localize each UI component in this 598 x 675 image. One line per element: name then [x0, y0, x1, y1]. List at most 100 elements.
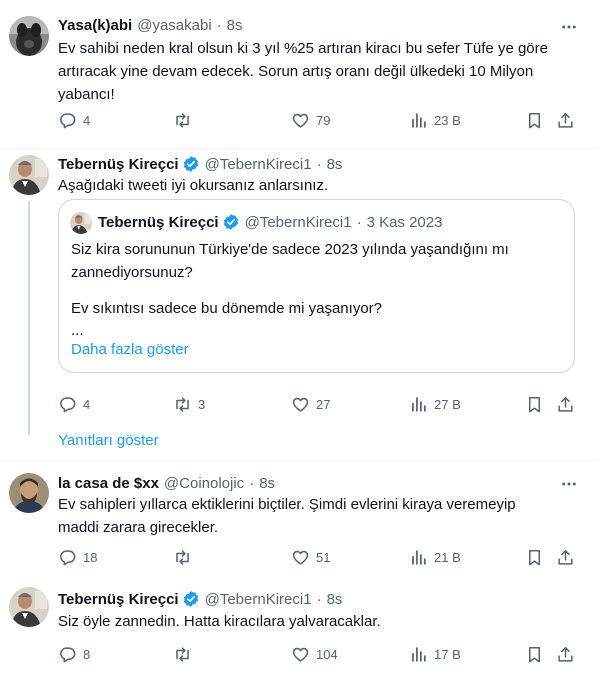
- avatar[interactable]: [9, 473, 49, 513]
- tweet-actions: 4 79 23 B: [58, 111, 578, 131]
- quoted-text: Siz kira sorununun Türkiye'de sadece 202…: [71, 241, 509, 281]
- tweet-header: Tebernüş Kireçci @TebernKireci1 · 8s: [58, 589, 342, 609]
- bookmark-button[interactable]: [525, 395, 544, 414]
- like-button[interactable]: 104: [291, 645, 338, 664]
- show-more-link[interactable]: Daha fazla göster: [71, 338, 189, 361]
- share-button[interactable]: [556, 548, 575, 567]
- share-button[interactable]: [556, 111, 575, 130]
- verified-icon: [222, 213, 240, 231]
- tweet-header: Tebernüş Kireçci @TebernKireci1 · 8s: [58, 154, 342, 174]
- quoted-user-name: Tebernüş Kireçci: [98, 213, 219, 231]
- avatar[interactable]: [9, 587, 49, 627]
- timestamp[interactable]: 8s: [259, 475, 275, 492]
- like-icon: [291, 645, 310, 664]
- reply-button[interactable]: 8: [58, 645, 90, 664]
- tweet-text: Siz öyle zannedin. Hatta kiracılara yalv…: [58, 613, 381, 630]
- views-icon: [409, 395, 428, 414]
- retweet-button[interactable]: [173, 548, 192, 567]
- separator-dot: ·: [316, 590, 322, 608]
- retweet-button[interactable]: [173, 111, 192, 130]
- reply-button[interactable]: 4: [58, 111, 90, 130]
- bookmark-button[interactable]: [525, 645, 544, 664]
- retweet-count: 3: [198, 397, 206, 412]
- retweet-button[interactable]: 3: [173, 395, 205, 414]
- reply-button[interactable]: 4: [58, 395, 90, 414]
- tweet-actions: 18 51 21 B: [58, 548, 578, 568]
- tweet[interactable]: Tebernüş Kireçci @TebernKireci1 · 8s Siz…: [0, 581, 598, 675]
- timestamp[interactable]: 8s: [327, 591, 343, 608]
- bookmark-button[interactable]: [525, 111, 544, 130]
- views-button[interactable]: 27 B: [409, 395, 461, 414]
- share-icon: [556, 645, 575, 664]
- reply-count: 8: [83, 647, 91, 662]
- like-icon: [291, 548, 310, 567]
- quoted-date: 3 Kas 2023: [366, 213, 443, 231]
- user-handle[interactable]: @TebernKireci1: [205, 591, 312, 608]
- like-button[interactable]: 51: [291, 548, 330, 567]
- retweet-icon: [173, 645, 192, 664]
- bookmark-icon: [525, 645, 544, 664]
- share-button[interactable]: [556, 645, 575, 664]
- user-handle[interactable]: @TebernKireci1: [205, 156, 312, 173]
- views-icon: [409, 111, 428, 130]
- like-icon: [291, 111, 310, 130]
- share-button[interactable]: [556, 395, 575, 414]
- quoted-tweet[interactable]: Tebernüş Kireçci @TebernKireci1 · 3 Kas …: [58, 199, 575, 373]
- retweet-icon: [173, 548, 192, 567]
- tweet[interactable]: la casa de $xx @Coinolojic · 8s Ev sahip…: [0, 461, 598, 581]
- bookmark-icon: [525, 548, 544, 567]
- timestamp[interactable]: 8s: [227, 17, 243, 34]
- show-replies-link[interactable]: Yanıtları göster: [58, 432, 159, 449]
- views-icon: [409, 645, 428, 664]
- bookmark-icon: [525, 111, 544, 130]
- reply-icon: [58, 395, 77, 414]
- tweet[interactable]: Tebernüş Kireçci @TebernKireci1 · 8s Aşa…: [0, 149, 598, 460]
- more-icon[interactable]: [560, 18, 578, 36]
- reply-button[interactable]: 18: [58, 548, 97, 567]
- view-count: 27 B: [434, 397, 461, 412]
- retweet-icon: [173, 395, 192, 414]
- reply-icon: [58, 645, 77, 664]
- like-button[interactable]: 79: [291, 111, 330, 130]
- tweet[interactable]: Yasa(k)abi @yasakabi · 8s Ev sahibi nede…: [0, 0, 598, 148]
- like-count: 51: [316, 550, 331, 565]
- user-handle[interactable]: @Coinolojic: [164, 475, 244, 492]
- quoted-user-handle: @TebernKireci1: [244, 213, 352, 231]
- tweet-header: la casa de $xx @Coinolojic · 8s: [58, 473, 275, 493]
- timestamp[interactable]: 8s: [327, 156, 343, 173]
- view-count: 17 B: [434, 647, 461, 662]
- tweet-text: Ev sahibi neden kral olsun ki 3 yıl %25 …: [58, 40, 548, 103]
- user-name[interactable]: la casa de $xx: [58, 475, 159, 492]
- avatar[interactable]: [9, 155, 49, 195]
- view-count: 23 B: [434, 113, 461, 128]
- share-icon: [556, 111, 575, 130]
- more-icon[interactable]: [560, 475, 578, 493]
- views-button[interactable]: 17 B: [409, 645, 461, 664]
- views-button[interactable]: 21 B: [409, 548, 461, 567]
- view-count: 21 B: [434, 550, 461, 565]
- share-icon: [556, 548, 575, 567]
- user-name[interactable]: Tebernüş Kireçci: [58, 156, 179, 173]
- retweet-button[interactable]: [173, 645, 192, 664]
- like-button[interactable]: 27: [291, 395, 330, 414]
- reply-icon: [58, 548, 77, 567]
- like-count: 79: [316, 113, 331, 128]
- tweet-text: Aşağıdaki tweeti iyi okursanız anlarsını…: [58, 177, 329, 194]
- reply-count: 18: [83, 550, 98, 565]
- user-name[interactable]: Tebernüş Kireçci: [58, 591, 179, 608]
- reply-count: 4: [83, 113, 91, 128]
- reply-icon: [58, 111, 77, 130]
- like-icon: [291, 395, 310, 414]
- share-icon: [556, 395, 575, 414]
- views-button[interactable]: 23 B: [409, 111, 461, 130]
- tweet-text: Ev sahipleri yıllarca ektiklerini biçtil…: [58, 496, 516, 536]
- reply-count: 4: [83, 397, 91, 412]
- tweet-header: Yasa(k)abi @yasakabi · 8s: [58, 15, 243, 35]
- like-count: 27: [316, 397, 331, 412]
- user-name[interactable]: Yasa(k)abi: [58, 17, 132, 34]
- avatar[interactable]: [9, 16, 49, 56]
- bookmark-button[interactable]: [525, 548, 544, 567]
- user-handle[interactable]: @yasakabi: [137, 17, 211, 34]
- tweet-actions: 4 3 27 27 B: [58, 395, 578, 415]
- like-count: 104: [316, 647, 338, 662]
